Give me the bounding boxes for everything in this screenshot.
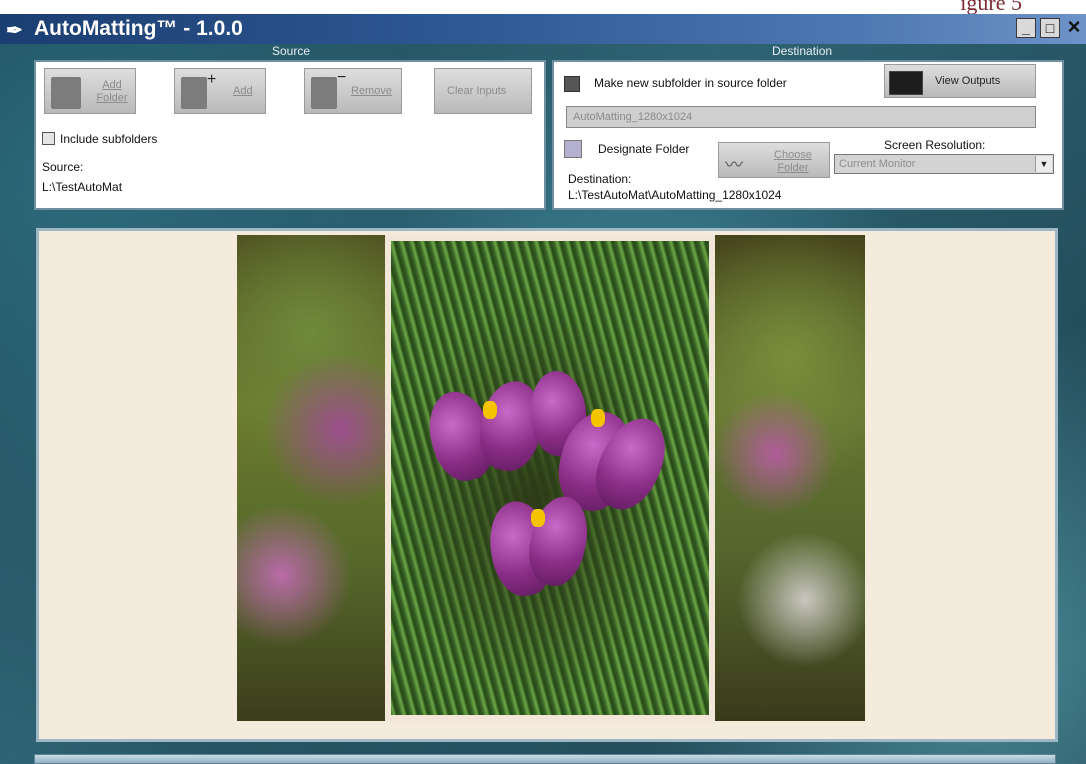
preview-photo xyxy=(391,241,709,715)
progress-bar xyxy=(34,754,1056,764)
clear-inputs-button[interactable]: Clear Inputs xyxy=(434,68,532,114)
preview-area xyxy=(36,228,1058,742)
main-frame: Source Destination Add Folder + Add − Re… xyxy=(0,44,1086,764)
source-panel: Add Folder + Add − Remove Clear Inputs I… xyxy=(34,60,546,210)
preview-right-side-image xyxy=(715,235,865,721)
destination-path: L:\TestAutoMat\AutoMatting_1280x1024 xyxy=(568,188,782,202)
chevron-down-icon: ▼ xyxy=(1035,156,1052,172)
title-bar: ✒ AutoMatting™ - 1.0.0 _ □ × xyxy=(0,14,1086,44)
choose-folder-button[interactable]: 〰 Choose Folder xyxy=(718,142,830,178)
remove-button[interactable]: − Remove xyxy=(304,68,402,114)
remove-label: Remove xyxy=(351,85,392,97)
destination-label: Destination: xyxy=(568,172,632,186)
preview-left-side-image xyxy=(237,235,385,721)
destination-section-label: Destination xyxy=(772,44,833,58)
swirl-icon: 〰 xyxy=(725,155,743,175)
screen-resolution-select[interactable]: Current Monitor ▼ xyxy=(834,154,1054,174)
subfolder-name-input[interactable]: AutoMatting_1280x1024 xyxy=(566,106,1036,128)
add-label: Add xyxy=(233,85,253,97)
destination-panel: Make new subfolder in source folder View… xyxy=(552,60,1064,210)
view-outputs-button[interactable]: View Outputs xyxy=(884,64,1036,98)
source-section-label: Source xyxy=(272,44,311,58)
add-folder-label: Add Folder xyxy=(96,79,128,104)
file-add-icon xyxy=(181,77,207,109)
view-outputs-label: View Outputs xyxy=(935,75,1001,87)
include-subfolders-checkbox[interactable] xyxy=(42,132,55,145)
screen-resolution-label: Screen Resolution: xyxy=(884,138,986,152)
close-button[interactable]: × xyxy=(1064,16,1084,38)
plus-icon: + xyxy=(207,71,217,88)
maximize-button[interactable]: □ xyxy=(1040,18,1060,38)
designate-folder-checkbox[interactable] xyxy=(564,140,582,158)
include-subfolders-label: Include subfolders xyxy=(60,132,158,146)
clear-inputs-label: Clear Inputs xyxy=(447,85,507,97)
file-remove-icon xyxy=(311,77,337,109)
screen-resolution-value: Current Monitor xyxy=(839,158,916,170)
add-button[interactable]: + Add xyxy=(174,68,266,114)
folder-icon xyxy=(51,77,81,109)
make-subfolder-label: Make new subfolder in source folder xyxy=(594,76,787,90)
thumbnail-icon xyxy=(889,71,923,95)
choose-folder-label: Choose Folder xyxy=(774,149,812,174)
add-folder-button[interactable]: Add Folder xyxy=(44,68,136,114)
window-title: AutoMatting™ - 1.0.0 xyxy=(34,17,243,40)
minimize-button[interactable]: _ xyxy=(1016,18,1036,38)
minus-icon: − xyxy=(337,69,347,86)
preview-photo-frame xyxy=(385,235,715,721)
source-path: L:\TestAutoMat xyxy=(42,180,123,194)
designate-folder-label: Designate Folder xyxy=(598,142,690,156)
source-label: Source: xyxy=(42,160,84,174)
app-feather-icon: ✒ xyxy=(6,20,23,42)
make-subfolder-checkbox[interactable] xyxy=(564,76,580,92)
